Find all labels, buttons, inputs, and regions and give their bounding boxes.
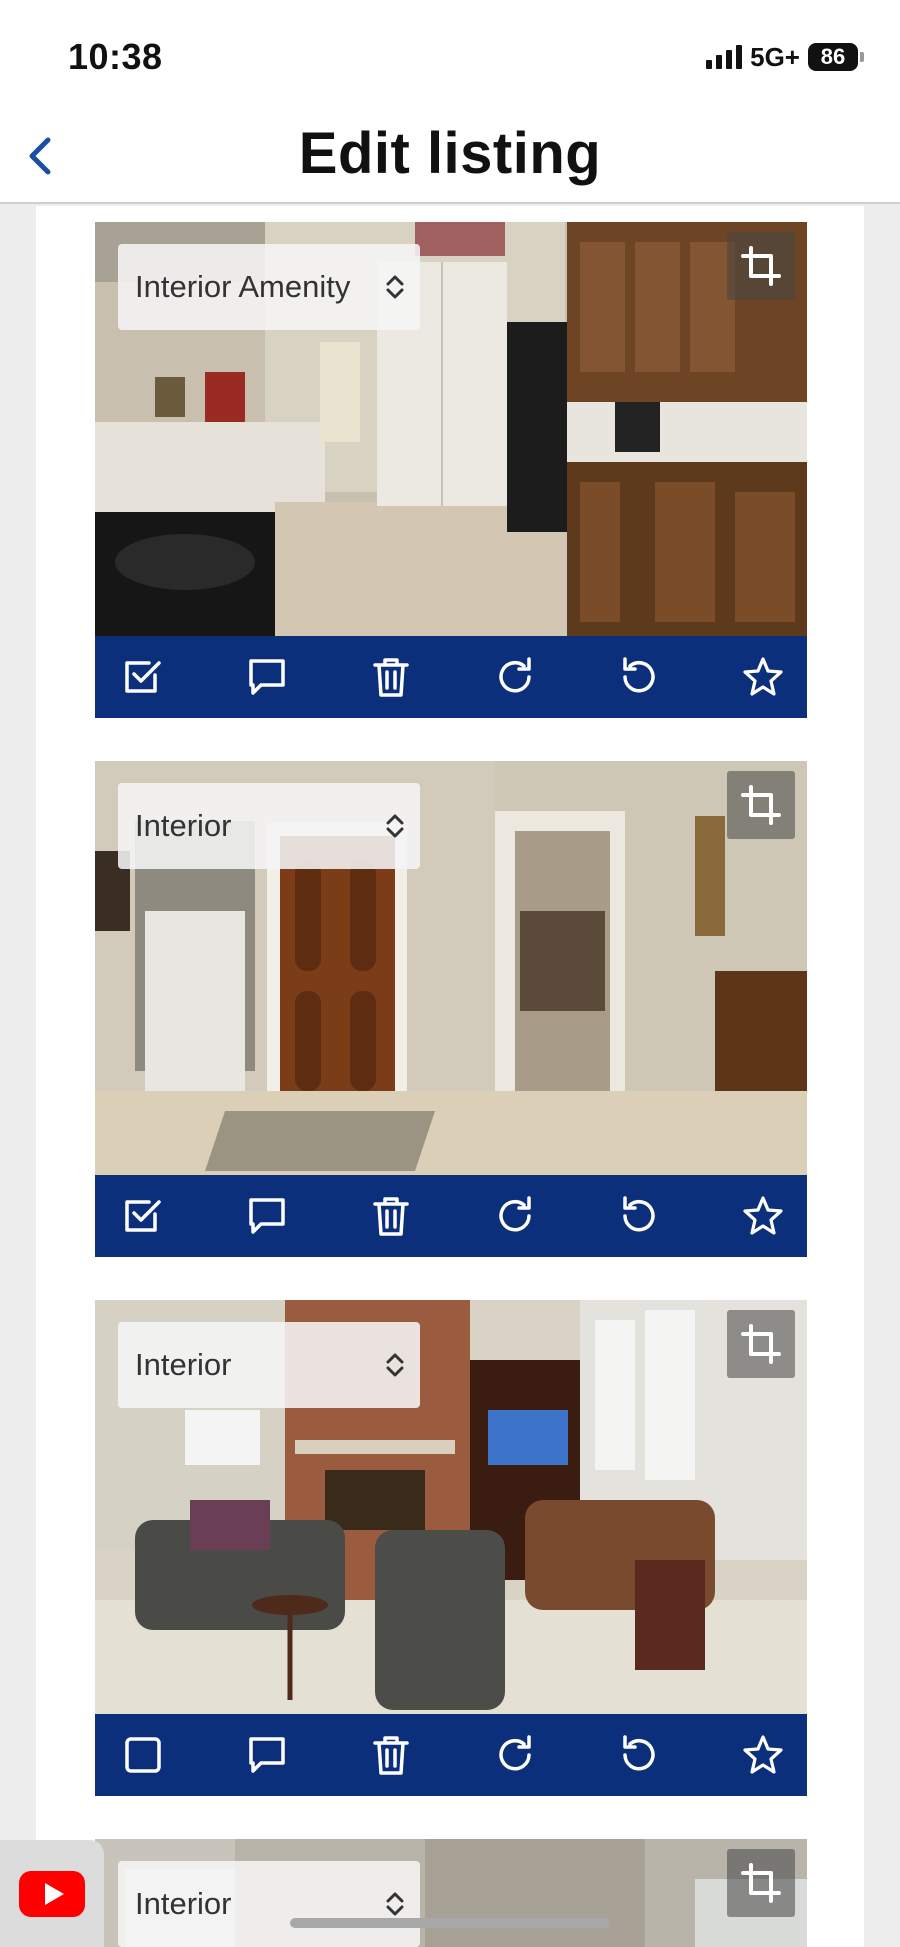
favorite-button[interactable] xyxy=(739,1731,787,1779)
photo-toolbar xyxy=(95,636,807,718)
chevron-up-down-icon xyxy=(386,1353,404,1377)
listing-photo[interactable]: Interior xyxy=(95,1300,807,1714)
crop-icon xyxy=(741,246,781,286)
room-type-label: Interior xyxy=(135,1347,232,1382)
listing-photo[interactable]: Interior Amenity xyxy=(95,222,807,636)
star-icon xyxy=(743,1735,783,1774)
photo-card: Interior xyxy=(95,761,807,1257)
delete-button[interactable] xyxy=(367,1192,415,1240)
status-time: 10:38 xyxy=(68,36,163,77)
checkbox-checked-icon xyxy=(125,661,161,693)
star-icon xyxy=(743,1196,783,1235)
photo-card: Interior xyxy=(95,1839,807,1947)
rotate-left-icon xyxy=(623,1735,655,1771)
crop-button[interactable] xyxy=(727,232,795,300)
rotate-right-icon xyxy=(499,1196,531,1232)
page-title: Edit listing xyxy=(298,121,602,186)
rotate-right-button[interactable] xyxy=(491,653,539,701)
chevron-up-down-icon xyxy=(386,275,404,299)
trash-icon xyxy=(373,1736,409,1775)
chevron-up-down-icon xyxy=(386,814,404,838)
room-type-label: Interior Amenity xyxy=(135,269,351,304)
chevron-up-down-icon xyxy=(386,1892,404,1916)
comment-button[interactable] xyxy=(243,1731,291,1779)
crop-button[interactable] xyxy=(727,1310,795,1378)
delete-button[interactable] xyxy=(367,653,415,701)
room-type-select[interactable]: Interior xyxy=(118,783,420,869)
youtube-app-button[interactable] xyxy=(0,1840,104,1947)
checkbox-checked-icon xyxy=(125,1200,161,1232)
comment-icon xyxy=(249,1198,285,1234)
delete-button[interactable] xyxy=(367,1731,415,1779)
comment-button[interactable] xyxy=(243,653,291,701)
comment-icon xyxy=(249,1737,285,1773)
crop-icon xyxy=(741,1863,781,1903)
crop-icon xyxy=(741,785,781,825)
room-type-label: Interior xyxy=(135,808,232,843)
crop-icon xyxy=(741,1324,781,1364)
select-checkbox[interactable] xyxy=(119,1192,167,1240)
checkbox-unchecked-icon xyxy=(125,1737,161,1773)
rotate-left-button[interactable] xyxy=(615,653,663,701)
rotate-right-icon xyxy=(499,657,531,693)
listing-photo[interactable]: Interior xyxy=(95,761,807,1175)
status-bar: 10:38 5G+ 86 xyxy=(0,0,900,110)
comment-button[interactable] xyxy=(243,1192,291,1240)
favorite-button[interactable] xyxy=(739,1192,787,1240)
trash-icon xyxy=(373,1197,409,1236)
signal-icon xyxy=(706,45,743,69)
nav-header: Edit listing xyxy=(0,110,900,204)
trash-icon xyxy=(373,658,409,697)
status-indicators: 5G+ 86 xyxy=(706,40,864,74)
battery-icon: 86 xyxy=(808,43,864,71)
rotate-left-icon xyxy=(623,657,655,693)
battery-level: 86 xyxy=(820,44,846,69)
network-type: 5G+ xyxy=(750,41,800,72)
favorite-button[interactable] xyxy=(739,653,787,701)
star-icon xyxy=(743,657,783,696)
photo-card: Interior xyxy=(95,1300,807,1796)
crop-button[interactable] xyxy=(727,1849,795,1917)
youtube-icon xyxy=(19,1870,85,1917)
room-type-select[interactable]: Interior Amenity xyxy=(118,244,420,330)
select-checkbox[interactable] xyxy=(119,1731,167,1779)
room-type-select[interactable]: Interior xyxy=(118,1861,420,1947)
photo-toolbar xyxy=(95,1714,807,1796)
photo-card: Interior Amenity xyxy=(95,222,807,718)
rotate-left-button[interactable] xyxy=(615,1192,663,1240)
listing-photo[interactable]: Interior xyxy=(95,1839,807,1947)
home-indicator[interactable] xyxy=(290,1918,610,1928)
rotate-right-button[interactable] xyxy=(491,1731,539,1779)
crop-button[interactable] xyxy=(727,771,795,839)
rotate-right-button[interactable] xyxy=(491,1192,539,1240)
select-checkbox[interactable] xyxy=(119,653,167,701)
room-type-select[interactable]: Interior xyxy=(118,1322,420,1408)
rotate-right-icon xyxy=(499,1735,531,1771)
rotate-left-icon xyxy=(623,1196,655,1232)
photo-toolbar xyxy=(95,1175,807,1257)
photo-list[interactable]: Interior Amenity Interior Interior Inter… xyxy=(36,206,864,1947)
room-type-label: Interior xyxy=(135,1886,232,1921)
comment-icon xyxy=(249,659,285,695)
rotate-left-button[interactable] xyxy=(615,1731,663,1779)
